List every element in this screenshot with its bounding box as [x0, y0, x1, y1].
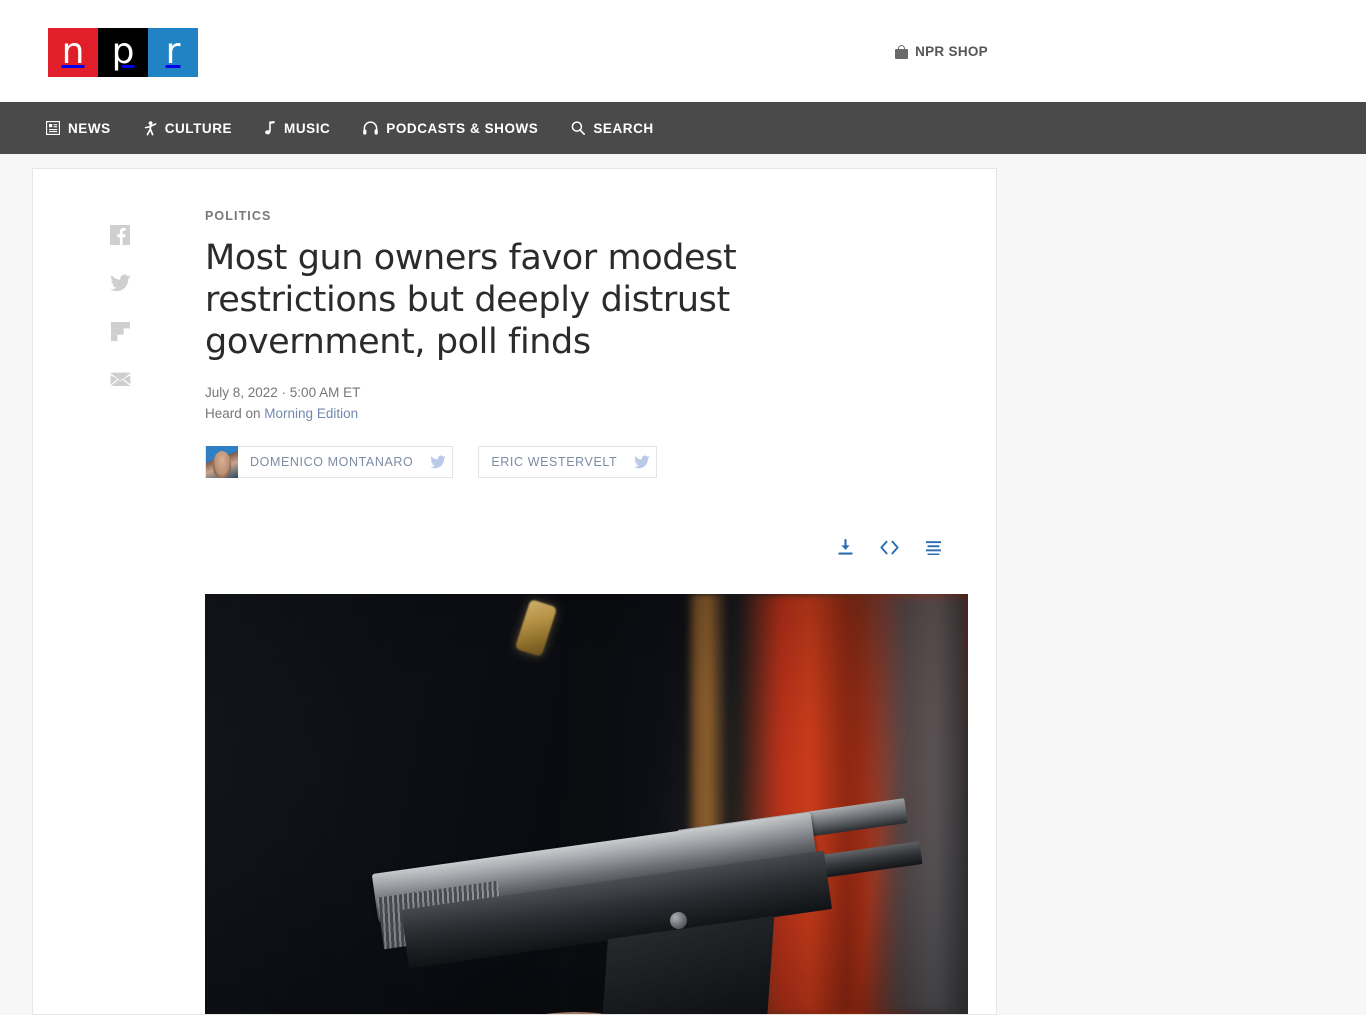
nav-item-music[interactable]: MUSIC: [265, 121, 330, 136]
main-navigation: NEWS CULTURE MUSIC PODCASTS & SHOWS SEAR…: [0, 102, 1366, 154]
article-card: POLITICS Most gun owners favor modest re…: [32, 168, 997, 1015]
twitter-share-button[interactable]: [109, 272, 131, 294]
shopping-bag-icon: [895, 44, 909, 59]
nav-item-podcasts-shows[interactable]: PODCASTS & SHOWS: [363, 121, 538, 136]
logo-tile-p: p: [98, 28, 148, 77]
headphones-icon: [363, 121, 379, 135]
embed-code-icon: [879, 540, 899, 554]
heard-on-prefix: Heard on: [205, 406, 265, 421]
social-share-rail: [109, 224, 141, 390]
site-masthead: n p r NPR SHOP: [0, 0, 1366, 102]
embed-audio-button[interactable]: [878, 536, 900, 558]
story-header: POLITICS Most gun owners favor modest re…: [33, 169, 833, 478]
byline-list: DOMENICO MONTANARO ERIC WESTERVELT: [205, 446, 833, 478]
music-note-icon: [265, 121, 275, 135]
byline-eric-westervelt[interactable]: ERIC WESTERVELT: [478, 446, 658, 478]
heard-on-line: Heard on Morning Edition: [205, 404, 833, 424]
search-icon: [572, 121, 586, 135]
avatar: [206, 446, 238, 478]
twitter-icon: [430, 455, 447, 469]
twitter-icon: [109, 274, 131, 292]
flipboard-share-button[interactable]: [109, 320, 131, 342]
email-icon: [110, 372, 130, 386]
download-audio-button[interactable]: [834, 536, 856, 558]
nav-item-news[interactable]: NEWS: [46, 121, 111, 136]
page-title: Most gun owners favor modest restriction…: [205, 238, 737, 362]
email-share-button[interactable]: [109, 368, 131, 390]
download-icon: [837, 538, 853, 555]
transcript-button[interactable]: [922, 536, 944, 558]
nav-item-culture[interactable]: CULTURE: [144, 121, 232, 136]
dancing-figure-icon: [144, 120, 157, 135]
byline-domenico-montanaro[interactable]: DOMENICO MONTANARO: [205, 446, 454, 478]
heard-on-program-link[interactable]: Morning Edition: [264, 406, 358, 421]
audio-tools-row: [205, 536, 970, 558]
twitter-icon: [634, 455, 651, 469]
npr-shop-link[interactable]: NPR SHOP: [895, 44, 988, 59]
publish-date: July 8, 2022 · 5:00 AM ET: [205, 385, 361, 400]
lead-photo: [205, 594, 968, 1014]
transcript-lines-icon: [925, 540, 941, 555]
article-body: POLITICS Most gun owners favor modest re…: [33, 169, 996, 1014]
nav-label-music: MUSIC: [284, 120, 331, 136]
logo-tile-n: n: [48, 28, 98, 77]
nav-item-search[interactable]: SEARCH: [571, 121, 653, 136]
byline-twitter-link[interactable]: [424, 446, 452, 478]
facebook-icon: [110, 225, 130, 245]
byline-name[interactable]: ERIC WESTERVELT: [479, 455, 628, 469]
section-kicker[interactable]: POLITICS: [205, 209, 833, 223]
nav-label-culture: CULTURE: [164, 120, 233, 136]
nav-label-news: NEWS: [68, 120, 111, 136]
npr-logo[interactable]: n p r: [48, 28, 198, 77]
npr-shop-label: NPR SHOP: [915, 44, 988, 59]
lead-image: [205, 594, 968, 1014]
facebook-share-button[interactable]: [109, 224, 131, 246]
list-document-icon: [46, 121, 60, 135]
nav-label-search: SEARCH: [593, 120, 654, 136]
nav-label-podcasts-shows: PODCASTS & SHOWS: [386, 120, 539, 136]
byline-twitter-link[interactable]: [628, 446, 656, 478]
byline-name[interactable]: DOMENICO MONTANARO: [238, 455, 424, 469]
flipboard-icon: [110, 321, 130, 341]
logo-tile-r: r: [148, 28, 198, 77]
